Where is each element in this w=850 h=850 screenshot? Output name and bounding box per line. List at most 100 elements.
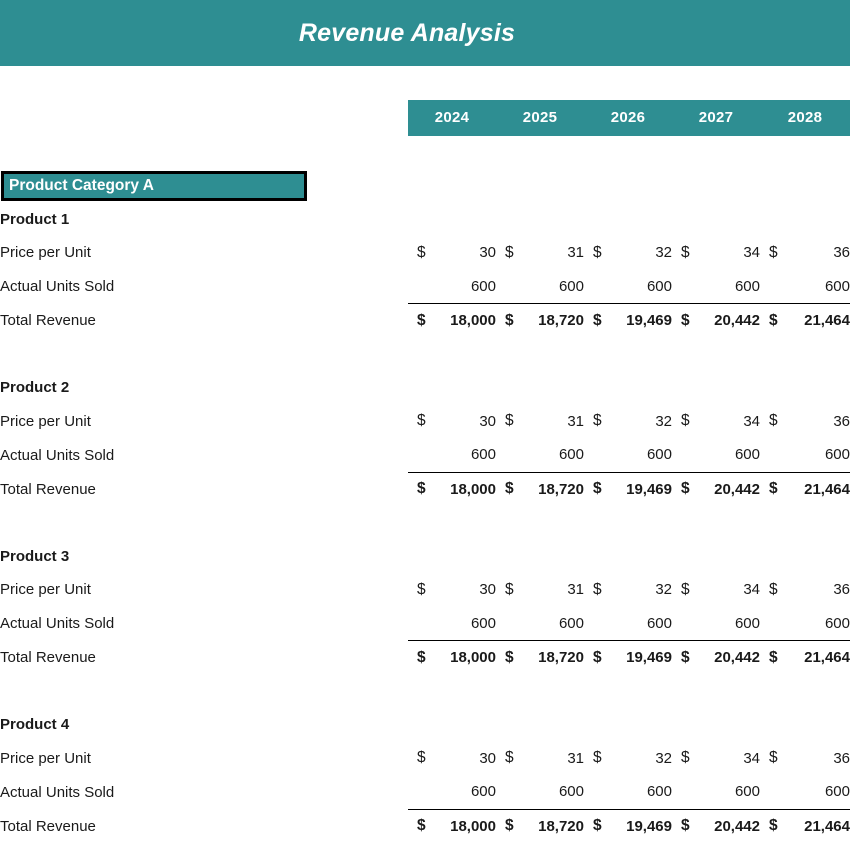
column-header-year-2025[interactable]: 2025	[496, 99, 584, 136]
price-per-unit-row: Price per Unit $30 $31 $32 $34 $36	[0, 742, 850, 776]
product-name[interactable]: Product 4	[0, 708, 408, 742]
cell-total-revenue-2024[interactable]: $18,000	[408, 808, 496, 843]
cell-total-revenue-2026[interactable]: $19,469	[584, 303, 672, 338]
cell-value: 600	[824, 614, 850, 632]
cell-actual-units-sold-2024[interactable]: 600	[408, 775, 496, 809]
product-name[interactable]: Product 1	[0, 203, 408, 237]
cell-value: 18,720	[538, 649, 584, 667]
cell-price-per-unit-2026[interactable]: $32	[584, 405, 672, 439]
cell-actual-units-sold-2027[interactable]: 600	[672, 438, 760, 472]
cell-total-revenue-2025[interactable]: $18,720	[496, 303, 584, 338]
cell-total-revenue-2024[interactable]: $18,000	[408, 471, 496, 506]
cell-value: 18,000	[450, 649, 496, 667]
currency-symbol: $	[417, 648, 426, 666]
cell-price-per-unit-2024[interactable]: $30	[408, 405, 496, 439]
cell-actual-units-sold-2028[interactable]: 600	[760, 775, 850, 809]
column-header-year-2024[interactable]: 2024	[408, 99, 496, 136]
revenue-table: 2024 2025 2026 2027 2028 Product Category A Pr…	[0, 66, 850, 843]
cell-price-per-unit-2025[interactable]: $31	[496, 742, 584, 776]
cell-total-revenue-2027[interactable]: $20,442	[672, 640, 760, 675]
row-label: Price per Unit	[0, 244, 91, 262]
cell-actual-units-sold-2026[interactable]: 600	[584, 775, 672, 809]
cell-price-per-unit-2027[interactable]: $34	[672, 742, 760, 776]
cell-total-revenue-2028[interactable]: $21,464	[760, 471, 850, 506]
cell-price-per-unit-2025[interactable]: $31	[496, 573, 584, 607]
cell-total-revenue-2028[interactable]: $21,464	[760, 808, 850, 843]
category-row: Product Category A	[0, 169, 850, 203]
cell-price-per-unit-2028[interactable]: $36	[760, 573, 850, 607]
cell-value: 19,469	[626, 817, 672, 835]
cell-actual-units-sold-2024[interactable]: 600	[408, 270, 496, 304]
cell-actual-units-sold-2025[interactable]: 600	[496, 270, 584, 304]
cell-total-revenue-2028[interactable]: $21,464	[760, 303, 850, 338]
cell-value: 600	[470, 783, 496, 801]
currency-symbol: $	[417, 412, 426, 430]
cell-total-revenue-2025[interactable]: $18,720	[496, 640, 584, 675]
cell-total-revenue-2026[interactable]: $19,469	[584, 808, 672, 843]
cell-value: 31	[567, 412, 584, 430]
selected-cell-category[interactable]: Product Category A	[0, 169, 408, 203]
cell-price-per-unit-2025[interactable]: $31	[496, 405, 584, 439]
cell-total-revenue-2025[interactable]: $18,720	[496, 471, 584, 506]
category-cell-box[interactable]: Product Category A	[1, 170, 307, 201]
cell-total-revenue-2026[interactable]: $19,469	[584, 471, 672, 506]
cell-price-per-unit-2028[interactable]: $36	[760, 742, 850, 776]
cell-price-per-unit-2026[interactable]: $32	[584, 742, 672, 776]
cell-value: 600	[470, 446, 496, 464]
cell-price-per-unit-2025[interactable]: $31	[496, 236, 584, 270]
cell-value: 31	[567, 244, 584, 262]
column-header-year-2026[interactable]: 2026	[584, 99, 672, 136]
cell-price-per-unit-2028[interactable]: $36	[760, 405, 850, 439]
cell-price-per-unit-2027[interactable]: $34	[672, 405, 760, 439]
column-header-year-2028[interactable]: 2028	[760, 99, 850, 136]
cell-actual-units-sold-2025[interactable]: 600	[496, 775, 584, 809]
cell-actual-units-sold-2027[interactable]: 600	[672, 607, 760, 641]
cell-price-per-unit-2024[interactable]: $30	[408, 573, 496, 607]
cell-price-per-unit-2026[interactable]: $32	[584, 573, 672, 607]
cell-total-revenue-2028[interactable]: $21,464	[760, 640, 850, 675]
column-header-year-2027[interactable]: 2027	[672, 99, 760, 136]
currency-symbol: $	[769, 817, 778, 835]
cell-price-per-unit-2024[interactable]: $30	[408, 742, 496, 776]
cell-value: 19,469	[626, 312, 672, 330]
currency-symbol: $	[593, 243, 602, 261]
cell-total-revenue-2024[interactable]: $18,000	[408, 303, 496, 338]
cell-actual-units-sold-2026[interactable]: 600	[584, 270, 672, 304]
cell-price-per-unit-2028[interactable]: $36	[760, 236, 850, 270]
cell-total-revenue-2027[interactable]: $20,442	[672, 808, 760, 843]
cell-price-per-unit-2027[interactable]: $34	[672, 236, 760, 270]
spacer-row	[0, 338, 850, 372]
product-name[interactable]: Product 2	[0, 371, 408, 405]
cell-total-revenue-2027[interactable]: $20,442	[672, 303, 760, 338]
cell-actual-units-sold-2025[interactable]: 600	[496, 438, 584, 472]
cell-actual-units-sold-2024[interactable]: 600	[408, 607, 496, 641]
cell-value: 600	[558, 614, 584, 632]
cell-value: 19,469	[626, 649, 672, 667]
cell-price-per-unit-2027[interactable]: $34	[672, 573, 760, 607]
cell-price-per-unit-2024[interactable]: $30	[408, 236, 496, 270]
cell-total-revenue-2024[interactable]: $18,000	[408, 640, 496, 675]
cell-total-revenue-2027[interactable]: $20,442	[672, 471, 760, 506]
cell-actual-units-sold-2028[interactable]: 600	[760, 607, 850, 641]
cell-actual-units-sold-2027[interactable]: 600	[672, 270, 760, 304]
currency-symbol: $	[593, 817, 602, 835]
cell-actual-units-sold-2028[interactable]: 600	[760, 270, 850, 304]
currency-symbol: $	[681, 480, 690, 498]
cell-actual-units-sold-2025[interactable]: 600	[496, 607, 584, 641]
cell-actual-units-sold-2024[interactable]: 600	[408, 438, 496, 472]
currency-symbol: $	[417, 749, 426, 767]
product-name[interactable]: Product 3	[0, 540, 408, 574]
cell-value: 31	[567, 749, 584, 767]
cell-actual-units-sold-2027[interactable]: 600	[672, 775, 760, 809]
cell-value: 21,464	[804, 817, 850, 835]
year-header-spacer	[0, 100, 408, 136]
cell-value: 18,000	[450, 817, 496, 835]
row-label: Total Revenue	[0, 480, 96, 498]
cell-actual-units-sold-2028[interactable]: 600	[760, 438, 850, 472]
cell-value: 600	[558, 783, 584, 801]
cell-total-revenue-2025[interactable]: $18,720	[496, 808, 584, 843]
cell-price-per-unit-2026[interactable]: $32	[584, 236, 672, 270]
cell-total-revenue-2026[interactable]: $19,469	[584, 640, 672, 675]
cell-actual-units-sold-2026[interactable]: 600	[584, 438, 672, 472]
cell-actual-units-sold-2026[interactable]: 600	[584, 607, 672, 641]
